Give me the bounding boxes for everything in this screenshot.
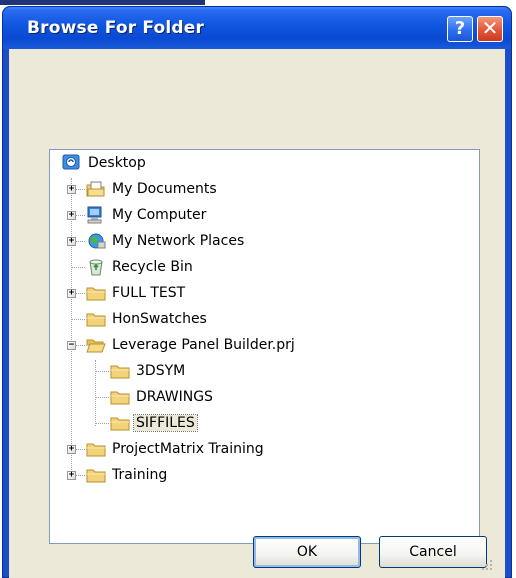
tree-item-label: Desktop [88, 155, 146, 171]
expand-toggle[interactable]: + [67, 289, 76, 298]
tree-line [95, 371, 109, 372]
tree-item-label: FULL TEST [112, 285, 186, 301]
close-button[interactable]: ✕ [477, 16, 503, 42]
collapse-toggle[interactable]: − [67, 341, 76, 350]
dialog-title: Browse For Folder [27, 18, 205, 38]
tree-item-label: ProjectMatrix Training [112, 441, 264, 457]
my-computer-icon [86, 206, 106, 224]
folder-icon [110, 388, 130, 406]
tree-item-label: Training [112, 467, 168, 483]
tree-line [95, 360, 96, 426]
my-documents-icon [86, 180, 106, 198]
tree-item-label: My Computer [112, 207, 207, 223]
tree-item-label: Recycle Bin [112, 259, 193, 275]
cancel-button[interactable]: Cancel [379, 536, 487, 568]
resize-grip-icon[interactable] [479, 557, 493, 571]
tree-line [71, 267, 85, 268]
tree-line [71, 178, 72, 480]
folder-open-icon [86, 336, 106, 354]
expand-toggle[interactable]: + [67, 211, 76, 220]
taskbar-strip [0, 0, 205, 5]
expand-toggle[interactable]: + [67, 237, 76, 246]
folder-tree[interactable]: Desktop + My Documents + My Computer + M… [49, 149, 480, 544]
tree-item-label: SIFFILES [133, 414, 198, 432]
browse-for-folder-dialog: Browse For Folder ? ✕ Desktop + My Docum… [2, 6, 512, 578]
folder-icon [110, 362, 130, 380]
folder-icon [86, 284, 106, 302]
tree-line [95, 423, 109, 424]
tree-item-label: My Documents [112, 181, 217, 197]
expand-toggle[interactable]: + [67, 445, 76, 454]
network-places-icon [86, 232, 106, 250]
tree-line [71, 319, 85, 320]
screenshot-page: Browse For Folder ? ✕ Desktop + My Docum… [0, 0, 516, 578]
tree-item-label: My Network Places [112, 233, 245, 249]
folder-icon [110, 414, 130, 432]
tree-item-label: 3DSYM [136, 363, 186, 379]
title-bar[interactable]: Browse For Folder ? ✕ [3, 7, 511, 49]
folder-icon [86, 310, 106, 328]
tree-item-label: Leverage Panel Builder.prj [112, 337, 295, 353]
dialog-body: Desktop + My Documents + My Computer + M… [9, 49, 505, 578]
expand-toggle[interactable]: + [67, 185, 76, 194]
folder-icon [86, 440, 106, 458]
ok-button[interactable]: OK [253, 536, 361, 568]
tree-item-label: DRAWINGS [136, 389, 213, 405]
recycle-bin-icon [86, 258, 106, 276]
expand-toggle[interactable]: + [67, 471, 76, 480]
desktop-icon [62, 154, 82, 172]
tree-item-label: HonSwatches [112, 311, 207, 327]
folder-icon [86, 466, 106, 484]
tree-line [95, 397, 109, 398]
help-button[interactable]: ? [447, 16, 473, 42]
